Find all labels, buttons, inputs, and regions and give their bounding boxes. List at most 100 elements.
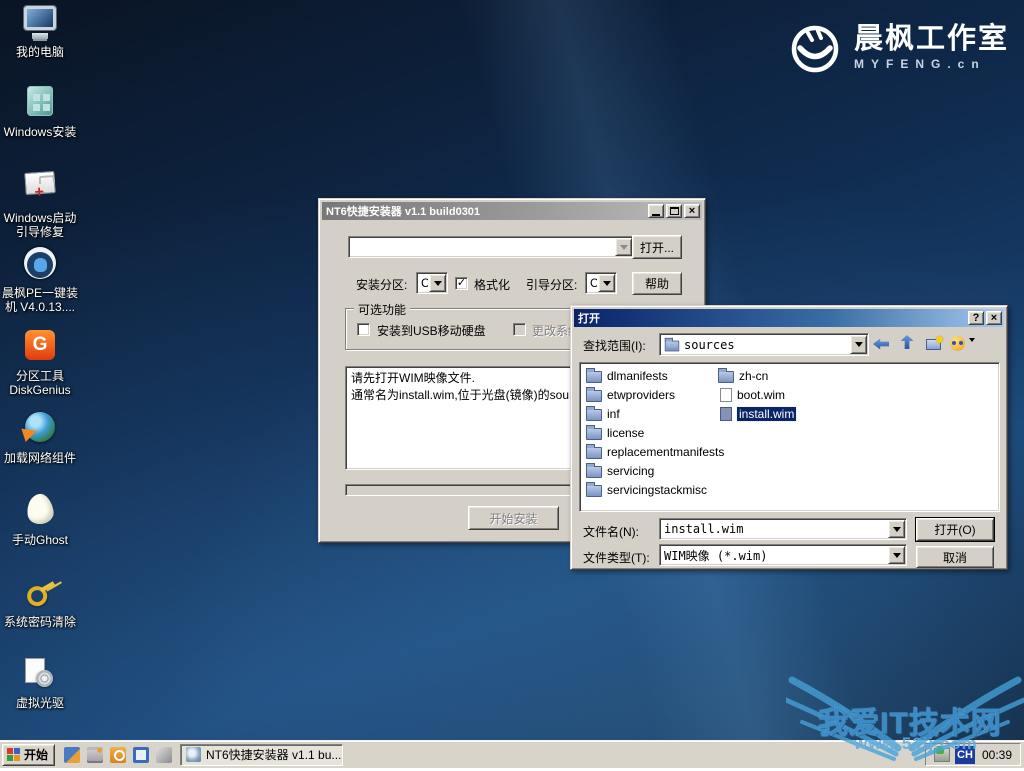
- quick-launch: [64, 747, 172, 763]
- folder-icon: [586, 447, 602, 459]
- file-icon: [720, 407, 732, 421]
- desktop-icon-diskgenius[interactable]: G 分区工具DiskGenius: [0, 328, 80, 397]
- folder-icon: [586, 485, 602, 497]
- chevron-down-icon[interactable]: [969, 342, 975, 356]
- close-button[interactable]: ×: [986, 311, 1002, 325]
- file-icon: [720, 388, 732, 402]
- install-box-icon: [27, 86, 53, 116]
- desktop-icon-ghost[interactable]: 手动Ghost: [0, 492, 80, 547]
- start-button-label: 开始: [24, 746, 48, 763]
- start-button[interactable]: 开始: [2, 744, 55, 766]
- desktop: 晨枫工作室 MYFENG.cn 我的电脑 Windows安装 Windows启动…: [0, 0, 1024, 768]
- file-name-value: install.wim: [664, 522, 887, 536]
- wim-path-combobox[interactable]: [348, 236, 634, 258]
- desktop-icon-pe-installer[interactable]: 晨枫PE一键装机 V4.0.13....: [0, 246, 80, 314]
- open-dialog-titlebar[interactable]: 打开 ? ×: [574, 309, 1004, 327]
- list-item-folder[interactable]: zh-cn: [718, 366, 796, 385]
- maximize-button[interactable]: [666, 204, 682, 218]
- drive-icon[interactable]: [156, 747, 172, 763]
- help-button[interactable]: ?: [968, 311, 984, 325]
- file-type-combobox[interactable]: WIM映像 (*.wim): [659, 544, 907, 566]
- first-aid-kit-icon: [24, 171, 55, 195]
- printer-icon[interactable]: [87, 747, 103, 763]
- input-method-indicator[interactable]: CH: [955, 746, 975, 764]
- brand-title: 晨枫工作室: [854, 23, 1009, 55]
- view-menu-icon[interactable]: [947, 334, 967, 352]
- watermark-site-name: 我爱IT技术网: [818, 698, 1002, 742]
- help-button[interactable]: 帮助: [632, 272, 682, 295]
- folder-icon: [586, 371, 602, 383]
- nt6-window-title: NT6快捷安装器 v1.1 build0301: [326, 203, 648, 219]
- folder-icon: [586, 390, 602, 402]
- open-wim-button[interactable]: 打开...: [632, 235, 682, 259]
- file-type-value: WIM映像 (*.wim): [664, 547, 887, 564]
- system-tray: CH 00:39: [925, 743, 1021, 766]
- desktop-icon-boot-repair[interactable]: Windows启动引导修复: [0, 164, 80, 239]
- back-icon[interactable]: [871, 335, 891, 353]
- usb-install-checkbox[interactable]: [357, 323, 370, 336]
- file-type-label: 文件类型(T):: [583, 549, 650, 566]
- file-name-combobox[interactable]: install.wim: [659, 518, 907, 540]
- disc-icon: [23, 657, 57, 689]
- cancel-button[interactable]: 取消: [916, 546, 994, 568]
- combobox-dropdown-icon[interactable]: [888, 520, 905, 538]
- boot-partition-combobox[interactable]: C: [585, 272, 617, 294]
- desktop-icon-windows-install[interactable]: Windows安装: [0, 84, 80, 139]
- start-install-button[interactable]: 开始安装: [468, 506, 559, 530]
- usb-install-checkbox-label[interactable]: 安装到USB移动硬盘: [377, 322, 486, 339]
- look-in-value: sources: [684, 338, 849, 352]
- look-in-combobox[interactable]: sources: [659, 333, 869, 356]
- ghost-icon: [25, 492, 55, 525]
- close-button[interactable]: ×: [684, 204, 700, 218]
- start-logo-icon: [7, 748, 20, 761]
- hardware-tray-icon[interactable]: [934, 748, 950, 762]
- key-icon: [18, 570, 62, 613]
- folder-icon: [586, 466, 602, 478]
- install-partition-label: 安装分区:: [356, 276, 407, 293]
- list-item-folder[interactable]: replacementmanifests: [586, 442, 724, 461]
- folder-icon: [665, 340, 679, 351]
- show-desktop-icon[interactable]: [64, 747, 80, 763]
- task-button-label: NT6快捷安装器 v1.1 bu...: [206, 746, 341, 763]
- folder-icon: [718, 371, 734, 383]
- taskbar-task-button[interactable]: NT6快捷安装器 v1.1 bu...: [180, 744, 343, 766]
- list-item-folder[interactable]: dlmanifests: [586, 366, 724, 385]
- combobox-dropdown-icon[interactable]: [598, 274, 615, 292]
- file-list[interactable]: dlmanifests etwproviders inf license rep…: [579, 362, 1000, 512]
- desktop-icon-network[interactable]: 加载网络组件: [0, 410, 80, 465]
- nt6-app-icon: [186, 747, 201, 762]
- list-item-folder[interactable]: etwproviders: [586, 385, 724, 404]
- format-checkbox-label[interactable]: 格式化: [474, 276, 510, 293]
- list-item-file-selected[interactable]: install.wim: [718, 404, 796, 423]
- globe-arrow-icon: [25, 412, 55, 442]
- list-item-file[interactable]: boot.wim: [718, 385, 796, 404]
- open-button[interactable]: 打开(O): [916, 518, 994, 541]
- format-checkbox[interactable]: ✓: [455, 277, 468, 290]
- combobox-dropdown-icon[interactable]: [850, 335, 867, 354]
- open-file-dialog: 打开 ? × 查找范围(I): sources dlmanifests etwp…: [570, 305, 1008, 570]
- desktop-icon-password-clear[interactable]: 系统密码清除: [0, 574, 80, 629]
- combobox-dropdown-icon[interactable]: [429, 274, 446, 292]
- list-item-folder[interactable]: servicingstackmisc: [586, 480, 724, 499]
- folder-icon: [586, 428, 602, 440]
- clock[interactable]: 00:39: [980, 748, 1014, 762]
- computer-icon: [24, 6, 56, 30]
- list-item-folder[interactable]: servicing: [586, 461, 724, 480]
- diskgenius-icon: G: [25, 330, 55, 360]
- capture-icon[interactable]: [133, 747, 149, 763]
- install-partition-combobox[interactable]: C: [416, 272, 448, 294]
- combobox-dropdown-icon[interactable]: [615, 238, 632, 256]
- minimize-button[interactable]: [648, 204, 664, 218]
- combobox-dropdown-icon[interactable]: [888, 546, 905, 564]
- list-item-folder[interactable]: license: [586, 423, 724, 442]
- question-icon: ?: [973, 313, 980, 324]
- desktop-icon-my-computer[interactable]: 我的电脑: [0, 4, 80, 59]
- desktop-icon-virtual-drive[interactable]: 虚拟光驱: [0, 656, 80, 710]
- up-icon[interactable]: [897, 333, 917, 351]
- new-folder-icon[interactable]: [923, 335, 943, 353]
- folder-icon: [586, 409, 602, 421]
- list-item-folder[interactable]: inf: [586, 404, 724, 423]
- search-folder-icon[interactable]: [110, 747, 126, 763]
- file-name-label: 文件名(N):: [583, 523, 639, 540]
- nt6-titlebar[interactable]: NT6快捷安装器 v1.1 build0301 ×: [322, 202, 702, 220]
